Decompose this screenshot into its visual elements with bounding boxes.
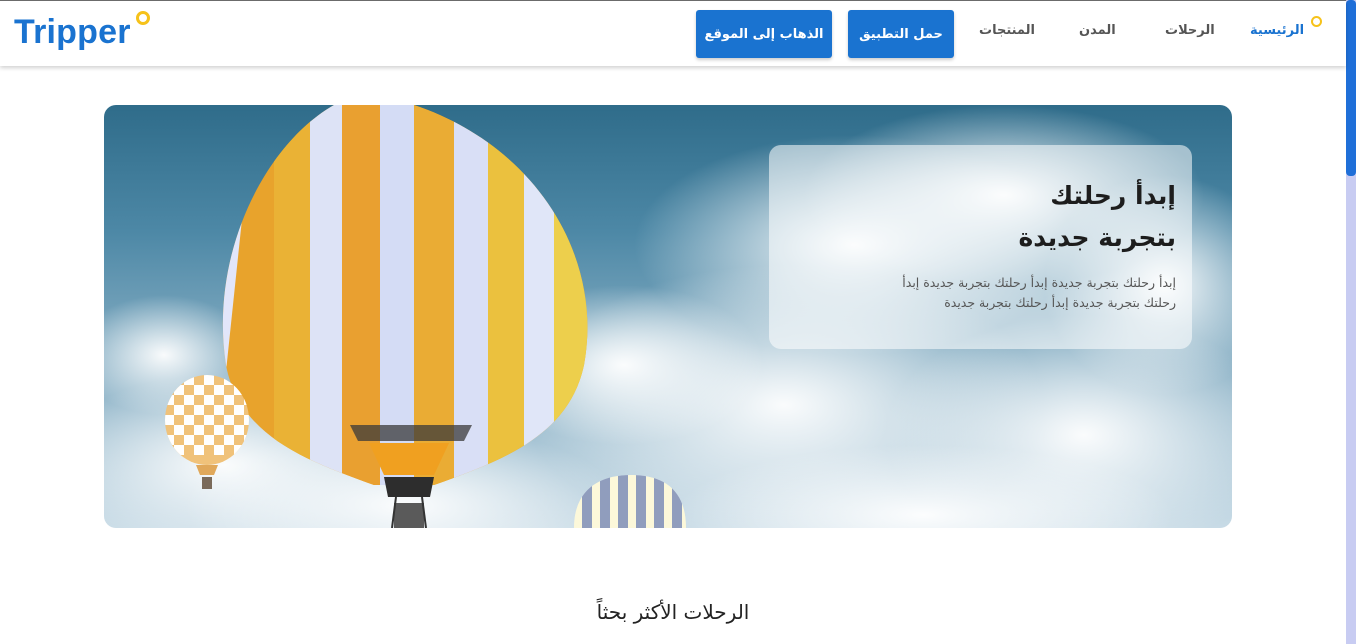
hero-text-card: إبدأ رحلتك بتجربة جديدة إبدأ رحلتك بتجرب… (769, 145, 1192, 349)
logo-dot-icon (136, 11, 150, 25)
hero-title-line-1: إبدأ رحلتك (1050, 181, 1176, 210)
most-searched-trips-heading: الرحلات الأكثر بحثاً (596, 600, 750, 624)
hero-title-line-2: بتجربة جديدة (1018, 223, 1176, 252)
go-to-site-button[interactable]: الذهاب إلى الموقع (696, 10, 832, 58)
top-navbar: Tripper الذهاب إلى الموقع حمل التطبيق ال… (0, 0, 1346, 66)
scrollbar-thumb[interactable] (1346, 0, 1356, 176)
brand-logo[interactable]: Tripper (14, 13, 131, 52)
nav-item-products[interactable]: المنتجات (979, 23, 1035, 38)
hero-description: إبدأ رحلتك بتجربة جديدة إبدأ رحلتك بتجرب… (902, 275, 1176, 310)
nav-item-trips[interactable]: الرحلات (1165, 23, 1215, 38)
nav-item-home[interactable]: الرئيسية (1250, 23, 1304, 38)
hero-banner: إبدأ رحلتك بتجربة جديدة إبدأ رحلتك بتجرب… (104, 105, 1232, 528)
download-app-button[interactable]: حمل التطبيق (848, 10, 954, 58)
nav-item-cities[interactable]: المدن (1079, 23, 1116, 38)
active-nav-dot-icon (1311, 16, 1322, 27)
